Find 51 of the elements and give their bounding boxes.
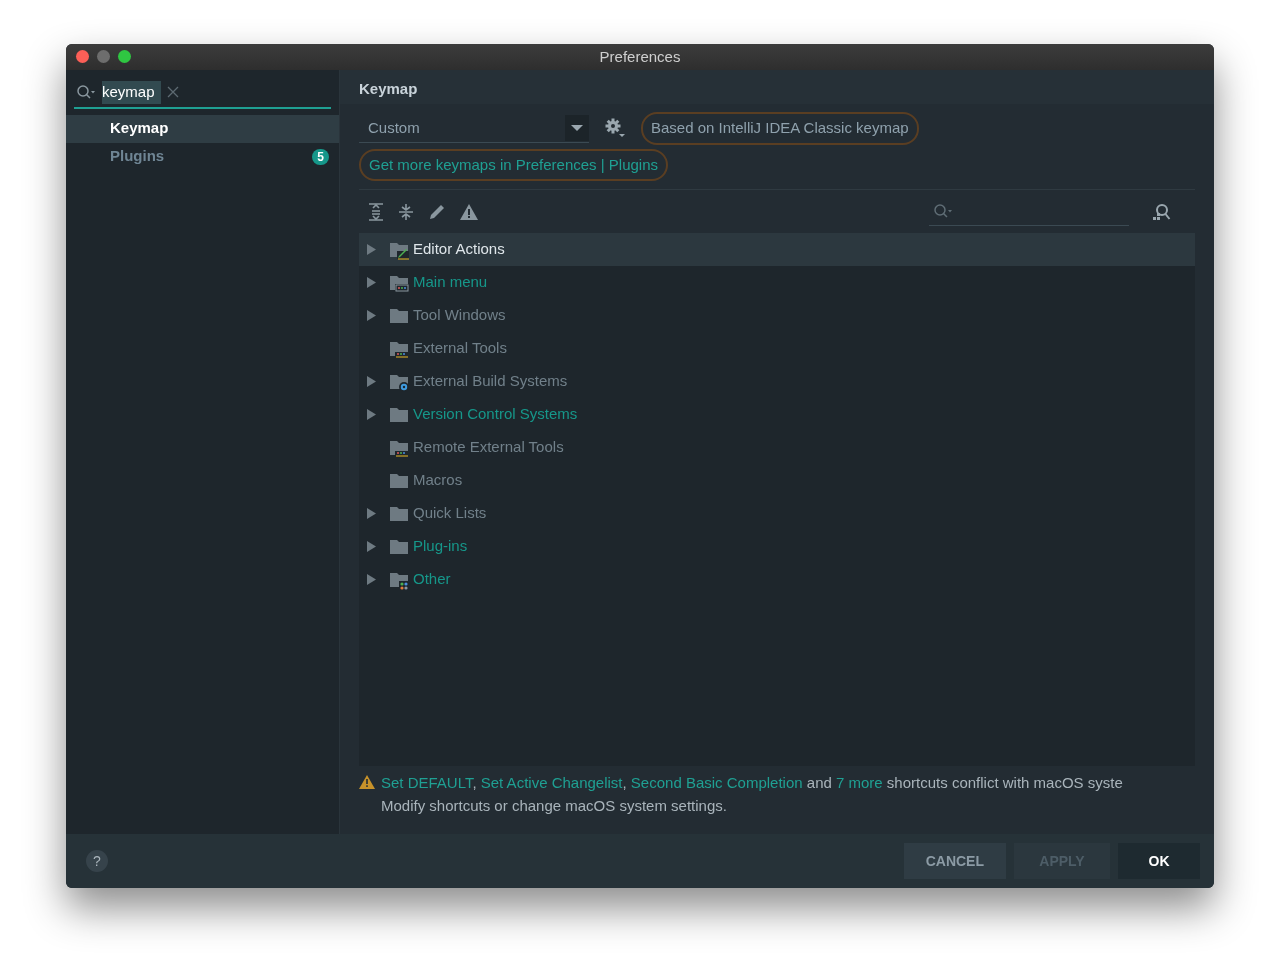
zoom-button[interactable] (118, 50, 131, 63)
pencil-icon[interactable] (428, 202, 446, 221)
expand-arrow-icon[interactable] (367, 574, 376, 585)
minimize-button[interactable] (97, 50, 110, 63)
tree-row[interactable]: Main menu (359, 266, 1195, 299)
tree-row[interactable]: Other (359, 563, 1195, 596)
sidebar-item[interactable]: Keymap (66, 114, 339, 143)
clear-icon[interactable] (166, 86, 179, 99)
tree-row[interactable]: External Build Systems (359, 365, 1195, 398)
page-title: Keymap (340, 70, 1214, 104)
sidebar-item[interactable]: Plugins 5 (66, 142, 339, 171)
shortcut-link[interactable]: 7 more (836, 774, 883, 791)
dialog-button[interactable]: CANCEL (903, 843, 1006, 879)
shortcut-link[interactable]: Second Basic Completion (630, 774, 803, 791)
search-field[interactable]: keymap (102, 81, 161, 104)
conflict-hint: Modify shortcuts or change macOS system settings. (381, 795, 728, 816)
search-icon (933, 203, 953, 219)
expand-arrow-icon[interactable] (367, 508, 376, 519)
based-on-label: Based on IntelliJ IDEA Classic keymap (641, 112, 919, 145)
warning-icon (359, 775, 375, 789)
expand-arrow-icon[interactable] (367, 409, 376, 420)
tree-row[interactable]: Quick Lists (359, 497, 1195, 530)
expand-arrow-icon[interactable] (367, 376, 376, 387)
tree-row[interactable]: Editor Actions (359, 233, 1195, 266)
close-button[interactable] (76, 50, 89, 63)
help-button[interactable]: ? (86, 850, 108, 872)
gear-icon[interactable] (605, 118, 625, 139)
ok-button[interactable]: OK (1118, 843, 1200, 879)
caret-icon (571, 123, 583, 132)
collapse-all-icon[interactable] (398, 202, 414, 221)
expand-arrow-icon[interactable] (367, 244, 376, 255)
tree-row[interactable]: Remote External Tools (359, 431, 1195, 464)
count-badge: 5 (312, 148, 329, 165)
more-keymaps-link[interactable]: Get more keymaps in Preferences | Plugins (359, 148, 669, 181)
expand-arrow-icon[interactable] (367, 310, 376, 321)
keymap-dropdown[interactable]: Custom (359, 113, 589, 144)
find-shortcut-icon[interactable] (1151, 202, 1171, 221)
warning-icon[interactable] (460, 203, 478, 220)
expand-arrow-icon[interactable] (367, 277, 376, 288)
tree-row[interactable]: External Tools (359, 332, 1195, 365)
tree-row[interactable]: Plug-ins (359, 530, 1195, 563)
tree-row[interactable]: Version Control Systems (359, 398, 1195, 431)
expand-arrow-icon[interactable] (367, 541, 376, 552)
tree-row[interactable]: Tool Windows (359, 299, 1195, 332)
conflict-message: Set DEFAULT, Set Active Changelist, Second Basic Completion and 7 more shortcuts conflict with macOS syste (381, 773, 1123, 793)
shortcut-link[interactable]: Set Active Changelist (480, 774, 623, 791)
tree-row[interactable]: Macros (359, 464, 1195, 497)
search-icon (76, 84, 96, 101)
shortcut-link[interactable]: Set DEFAULT (381, 774, 473, 791)
expand-all-icon[interactable] (368, 202, 384, 221)
window-title: Preferences (599, 46, 681, 67)
